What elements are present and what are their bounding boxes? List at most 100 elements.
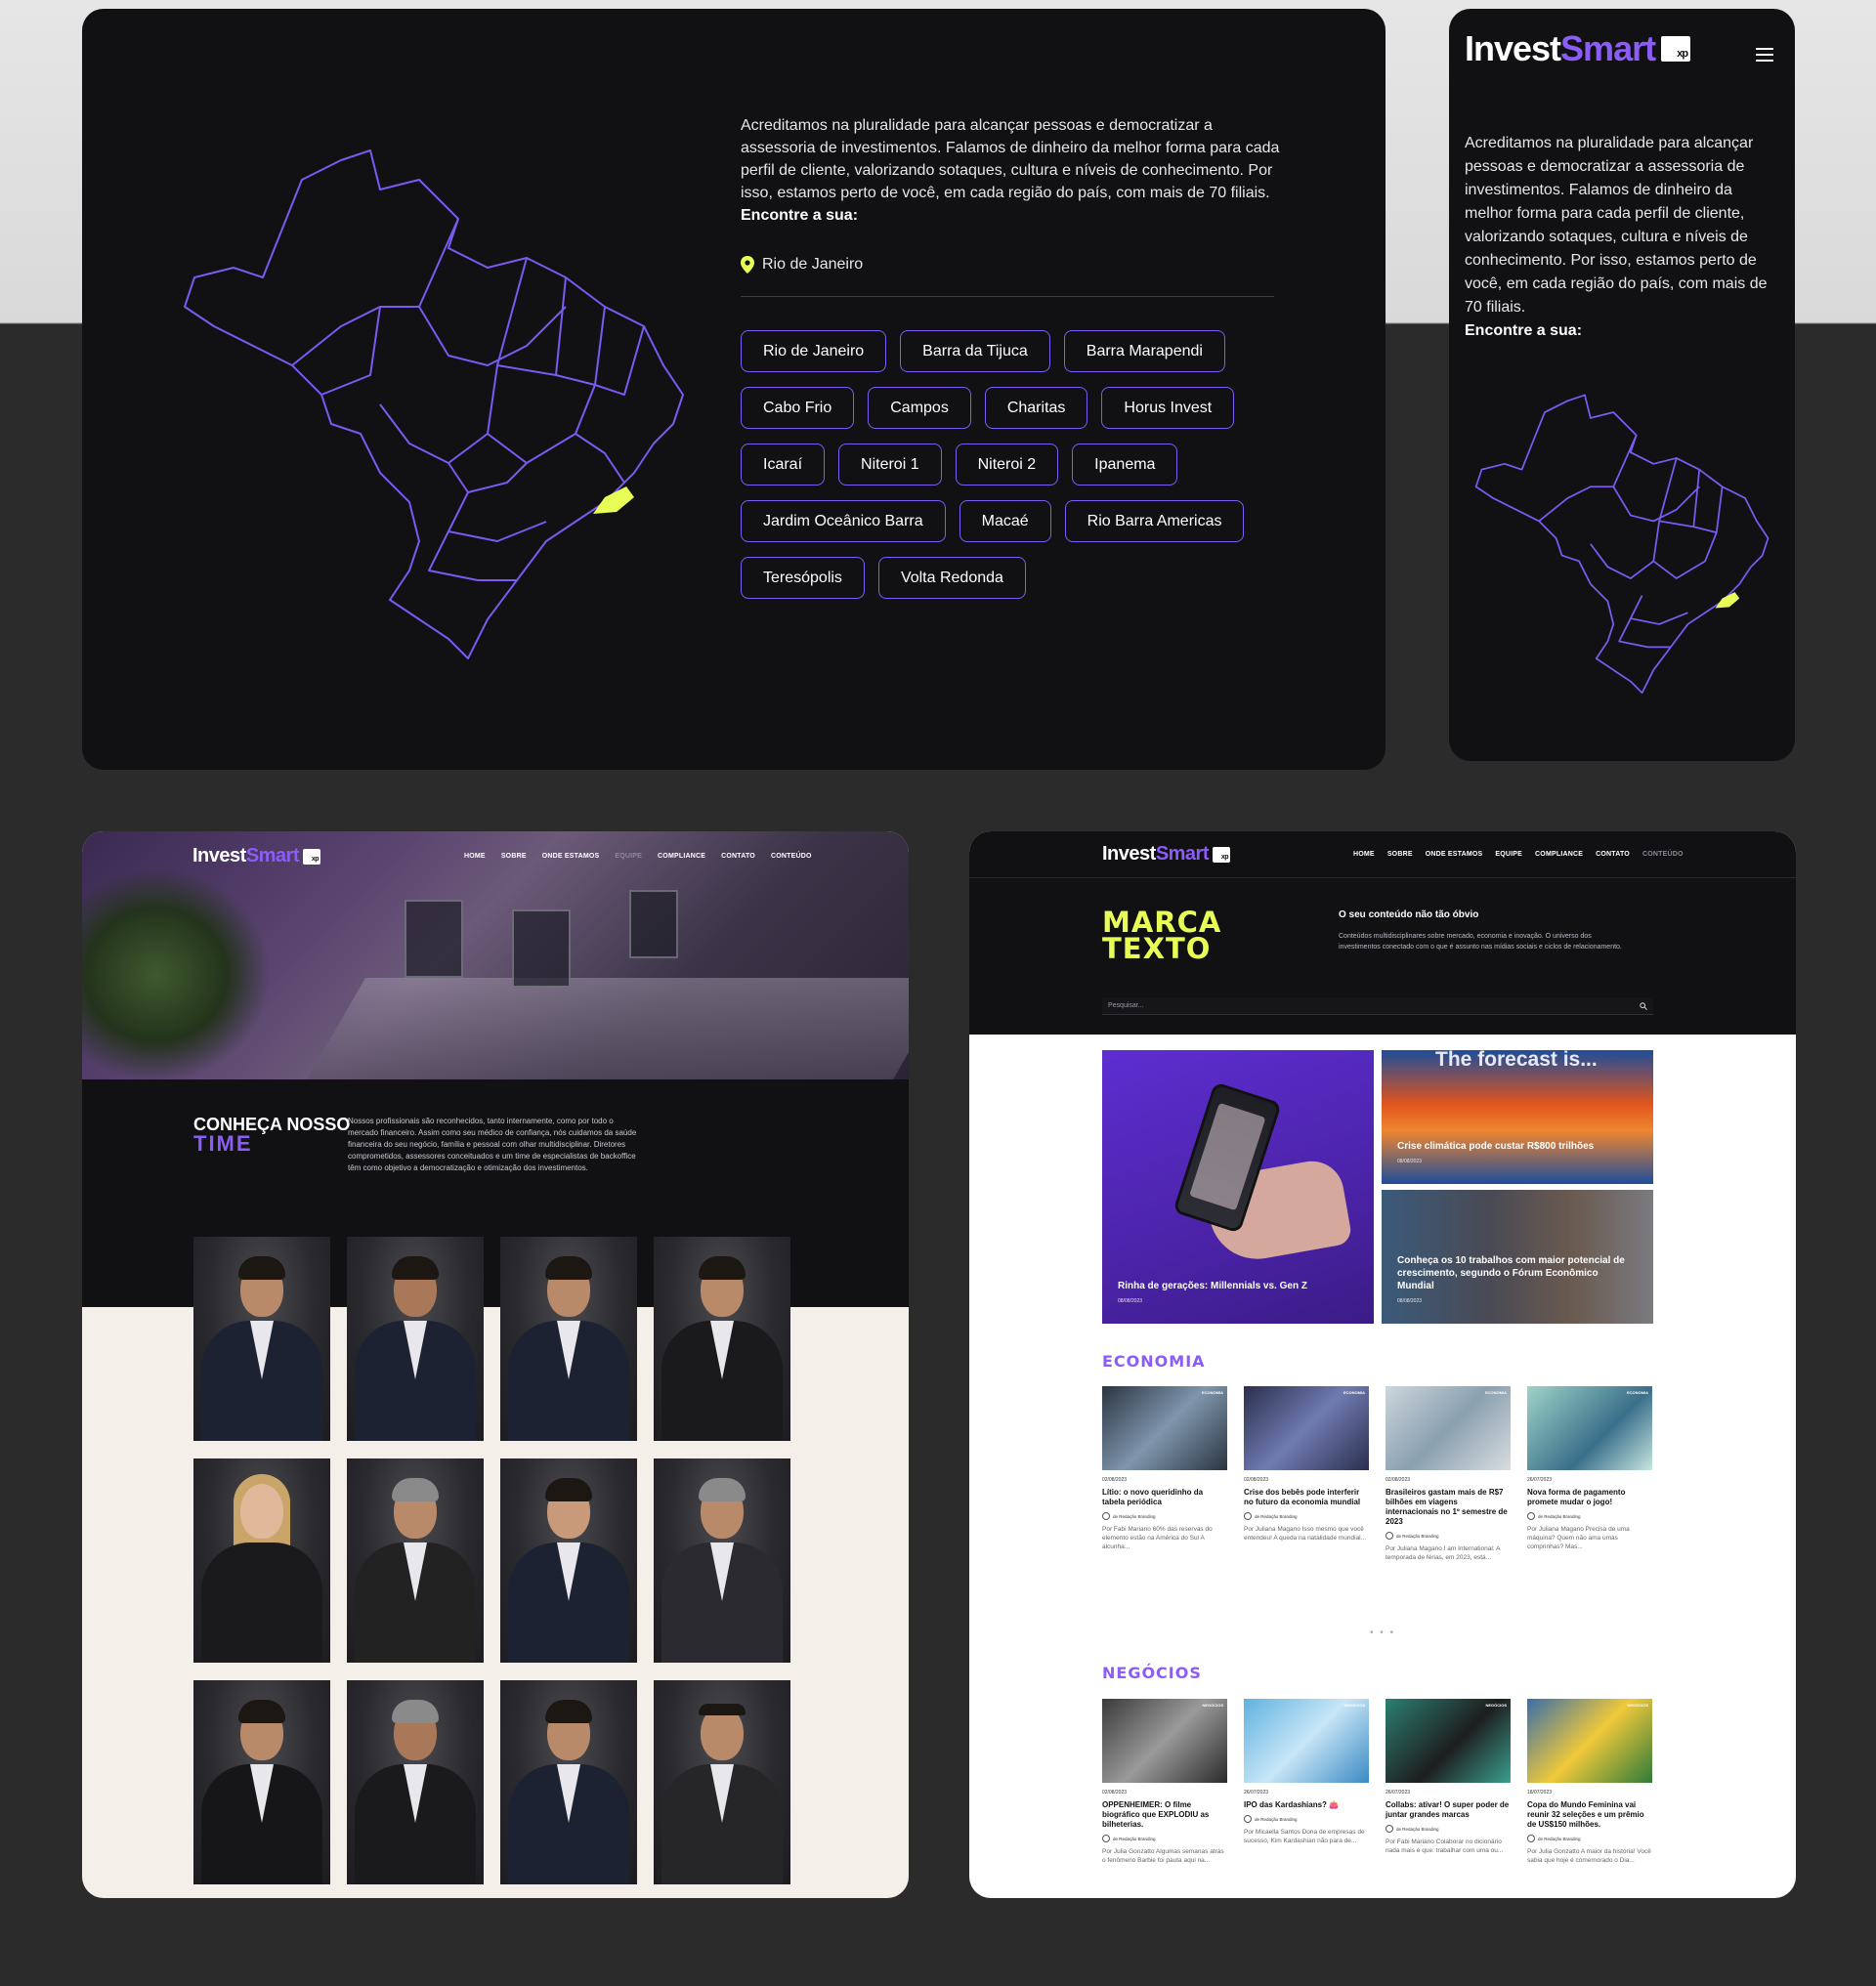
nav-link[interactable]: COMPLIANCE [1535,851,1583,858]
branch-chip[interactable]: Campos [868,387,971,429]
article-thumbnail[interactable]: ECONOMIA [1527,1386,1652,1470]
branch-chip[interactable]: Cabo Frio [741,387,855,429]
nav-link[interactable]: SOBRE [1387,851,1413,858]
team-member-photo[interactable] [193,1458,330,1663]
article-author: de Redação Branding [1386,1825,1511,1833]
team-title: CONHEÇA NOSSO TIME [193,1115,350,1156]
article-thumbnail[interactable]: ECONOMIA [1102,1386,1227,1470]
branch-chip[interactable]: Charitas [984,387,1088,429]
article-card[interactable]: ECONOMIA 02/08/2023 Crise dos bebês pode i… [1244,1386,1369,1562]
team-member-photo[interactable] [347,1458,484,1663]
nav-link[interactable]: ONDE ESTAMOS [1426,851,1483,858]
pagination-dots[interactable]: • • • [1370,1627,1395,1638]
nav-link[interactable]: CONTEÚDO [1642,851,1684,858]
rio-de-janeiro-region-mobile[interactable] [1715,592,1740,609]
article-title[interactable]: Collabs: ativar! O super poder de juntar… [1386,1800,1511,1820]
article-author: de Redação Branding [1244,1815,1369,1823]
branch-chip[interactable]: Niteroi 1 [838,444,942,486]
forecast-overlay: The forecast is... [1435,1050,1598,1071]
hamburger-icon[interactable] [1756,48,1773,65]
branch-chip[interactable]: Horus Invest [1101,387,1235,429]
branch-chip[interactable]: Icaraí [741,444,826,486]
article-card[interactable]: NEGÓCIOS 02/08/2023 OPPENHEIMER: O filme b… [1102,1699,1227,1865]
article-date: 26/07/2023 [1244,1790,1269,1796]
find-label: Encontre a sua: [741,207,859,224]
branch-chip[interactable]: Barra Marapendi [1063,330,1225,372]
article-card[interactable]: ECONOMIA 02/08/2023 Lítio: o novo queridin… [1102,1386,1227,1562]
article-thumbnail[interactable]: ECONOMIA [1244,1386,1369,1470]
branch-chip[interactable]: Jardim Oceânico Barra [741,500,946,542]
investsmart-logo-news[interactable]: Invest Smart xp [1102,843,1231,866]
logo-smart: Smart [1155,843,1210,865]
article-title[interactable]: Copa do Mundo Feminina vai reunir 32 sel… [1527,1800,1652,1830]
article-title[interactable]: Nova forma de pagamento promete mudar o … [1527,1488,1652,1507]
article-thumbnail[interactable]: ECONOMIA [1386,1386,1511,1470]
mobile-info: Acreditamos na pluralidade para alcançar… [1465,132,1775,343]
article-thumbnail[interactable]: NEGÓCIOS [1527,1699,1652,1783]
team-member-photo[interactable] [654,1680,790,1884]
nav-link[interactable]: EQUIPE [1495,851,1522,858]
investsmart-logo-team[interactable]: Invest Smart xp [192,845,321,867]
article-thumbnail[interactable]: NEGÓCIOS [1102,1699,1227,1783]
team-member-photo[interactable] [500,1458,637,1663]
article-title[interactable]: OPPENHEIMER: O filme biográfico que EXPL… [1102,1800,1227,1830]
team-member-photo[interactable] [193,1237,330,1441]
featured-article-3[interactable]: Conheça os 10 trabalhos com maior potenc… [1382,1190,1653,1324]
article-author: de Redação Branding [1527,1835,1652,1842]
article-card[interactable]: ECONOMIA 02/08/2023 Brasileiros gastam mai… [1386,1386,1511,1562]
article-author: de Redação Branding [1102,1512,1227,1520]
nav-link[interactable]: COMPLIANCE [658,853,705,860]
article-tag: NEGÓCIOS [1627,1703,1648,1708]
branch-chip[interactable]: Teresópolis [741,557,865,599]
team-member-photo[interactable] [654,1237,790,1441]
negocios-cards: NEGÓCIOS 02/08/2023 OPPENHEIMER: O filme b… [1102,1699,1652,1865]
article-card[interactable]: NEGÓCIOS 26/07/2023 Collabs: ativar! O sup… [1386,1699,1511,1865]
rio-de-janeiro-region[interactable] [593,486,634,514]
article-card[interactable]: NEGÓCIOS 26/07/2023 IPO das Kardashians? 👛… [1244,1699,1369,1865]
team-member-photo[interactable] [347,1680,484,1884]
team-title-line2: TIME [193,1131,253,1156]
xp-badge: xp [1213,846,1231,863]
article-thumbnail[interactable]: NEGÓCIOS [1244,1699,1369,1783]
news-description: Conteúdos multidisciplinares sobre merca… [1339,933,1622,951]
branch-chip[interactable]: Volta Redonda [877,557,1026,599]
branch-chip[interactable]: Rio Barra Americas [1064,500,1245,542]
investsmart-logo[interactable]: Invest Smart xp [1465,28,1691,69]
branch-chips: Rio de Janeiro Barra da Tijuca Barra Marap… [741,330,1288,599]
featured-article-2[interactable]: The forecast is... Crise climática pode … [1382,1050,1653,1184]
nav-link[interactable]: CONTATO [1596,851,1630,858]
search-icon[interactable] [1640,1001,1647,1010]
team-member-photo[interactable] [347,1237,484,1441]
article-card[interactable]: NEGÓCIOS 18/07/2023 Copa do Mundo Feminina… [1527,1699,1652,1865]
branch-chip[interactable]: Rio de Janeiro [741,330,887,372]
team-member-photo[interactable] [500,1680,637,1884]
article-thumbnail[interactable]: NEGÓCIOS [1386,1699,1511,1783]
featured-date: 08/08/2023 [1118,1298,1143,1304]
nav-link[interactable]: HOME [1353,851,1375,858]
nav-link[interactable]: CONTEÚDO [771,853,812,860]
nav-link[interactable]: CONTATO [721,853,755,860]
article-title[interactable]: Crise dos bebês pode interferir no futur… [1244,1488,1369,1507]
nav-link[interactable]: ONDE ESTAMOS [542,853,600,860]
logo-smart: Smart [245,845,300,866]
nav-link[interactable]: HOME [464,853,486,860]
branch-chip[interactable]: Niteroi 2 [955,444,1059,486]
article-title[interactable]: Lítio: o novo queridinho da tabela perió… [1102,1488,1227,1507]
branch-chip[interactable]: Ipanema [1072,444,1178,486]
search-input[interactable]: Pesquisar... [1102,997,1653,1015]
branches-info: Acreditamos na pluralidade para alcançar… [741,114,1288,599]
article-title[interactable]: IPO das Kardashians? 👛 [1244,1800,1369,1810]
nav-link[interactable]: EQUIPE [615,853,642,860]
article-title[interactable]: Brasileiros gastam mais de R$7 bilhões e… [1386,1488,1511,1527]
economia-cards: ECONOMIA 02/08/2023 Lítio: o novo queridin… [1102,1386,1652,1562]
selected-location[interactable]: Rio de Janeiro [741,256,1288,274]
team-member-photo[interactable] [654,1458,790,1663]
article-card[interactable]: ECONOMIA 26/07/2023 Nova forma de pagament… [1527,1386,1652,1562]
article-excerpt: Por Fabi Mariano 60% das reservas do ele… [1102,1526,1213,1550]
branch-chip[interactable]: Macaé [959,500,1051,542]
team-member-photo[interactable] [500,1237,637,1441]
branch-chip[interactable]: Barra da Tijuca [900,330,1050,372]
nav-link[interactable]: SOBRE [501,853,527,860]
team-member-photo[interactable] [193,1680,330,1884]
featured-article-1[interactable]: Rinha de gerações: Millennials vs. Gen Z… [1102,1050,1374,1324]
